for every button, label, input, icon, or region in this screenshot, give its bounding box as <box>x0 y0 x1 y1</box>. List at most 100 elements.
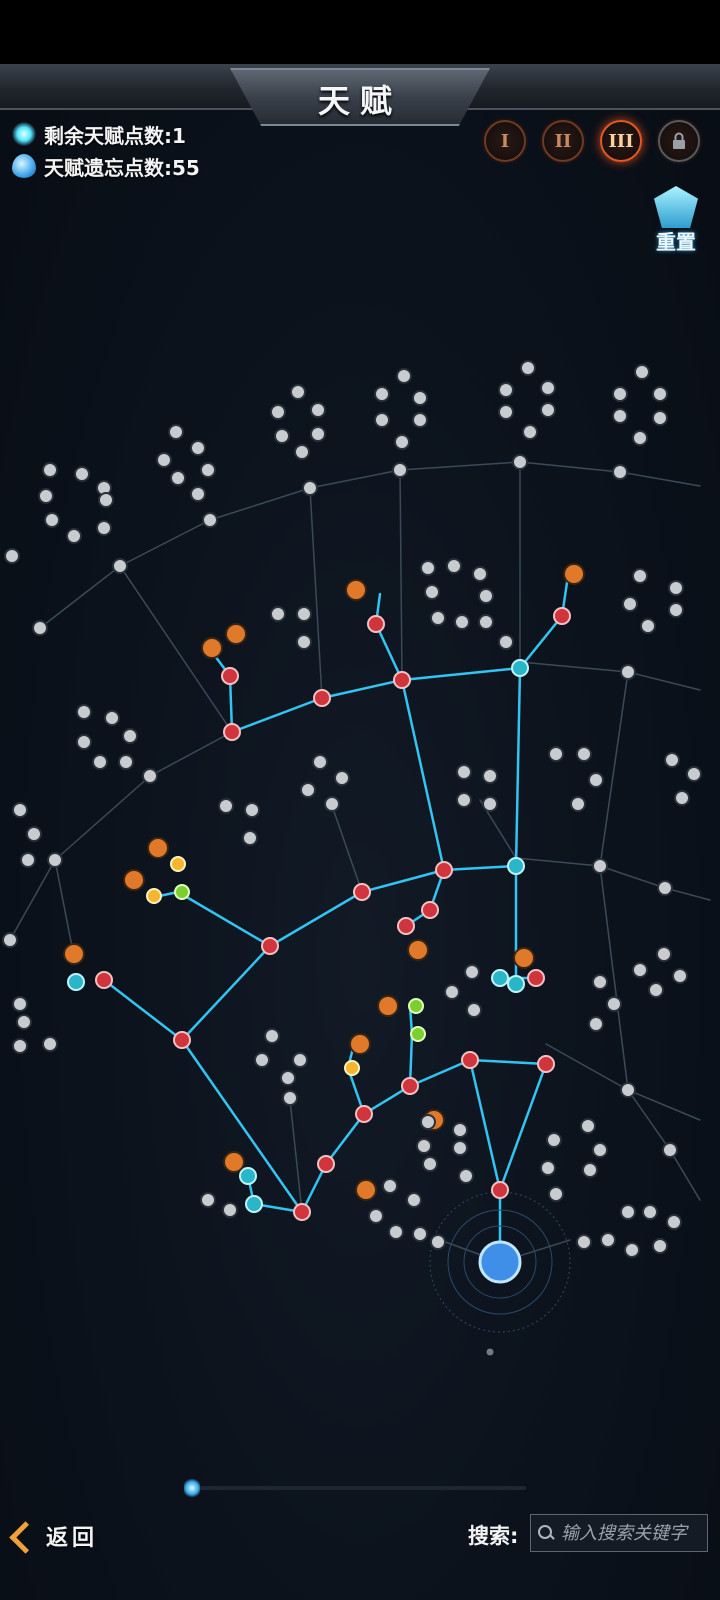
talent-node-locked[interactable] <box>548 746 564 762</box>
talent-node-special[interactable] <box>377 995 399 1017</box>
talent-node-locked[interactable] <box>662 1142 678 1158</box>
talent-node-locked[interactable] <box>12 996 28 1012</box>
talent-node-locked[interactable] <box>624 1242 640 1258</box>
talent-node-locked[interactable] <box>406 1192 422 1208</box>
talent-node-locked[interactable] <box>104 710 120 726</box>
talent-node-active[interactable] <box>353 883 371 901</box>
talent-node-locked[interactable] <box>200 462 216 478</box>
talent-node-active[interactable] <box>491 1181 509 1199</box>
talent-node-active[interactable] <box>173 1031 191 1049</box>
talent-node-locked[interactable] <box>38 488 54 504</box>
talent-node-locked[interactable] <box>394 434 410 450</box>
talent-node-locked[interactable] <box>424 584 440 600</box>
talent-node-active[interactable] <box>527 969 545 987</box>
talent-node-locked[interactable] <box>657 880 673 896</box>
talent-node-locked[interactable] <box>254 1052 270 1068</box>
talent-node-locked[interactable] <box>270 404 286 420</box>
talent-node-locked[interactable] <box>296 606 312 622</box>
talent-node-locked[interactable] <box>640 618 656 634</box>
talent-node-cyan[interactable] <box>491 969 509 987</box>
talent-node-locked[interactable] <box>642 1204 658 1220</box>
talent-node-locked[interactable] <box>170 470 186 486</box>
talent-node-locked[interactable] <box>546 1132 562 1148</box>
talent-node-active[interactable] <box>537 1055 555 1073</box>
talent-node-locked[interactable] <box>588 772 604 788</box>
talent-node-special[interactable] <box>223 1151 245 1173</box>
talent-node-locked[interactable] <box>540 402 556 418</box>
talent-node-special[interactable] <box>563 563 585 585</box>
talent-node-locked[interactable] <box>420 560 436 576</box>
talent-node-active[interactable] <box>317 1155 335 1173</box>
talent-node-locked[interactable] <box>32 620 48 636</box>
talent-node-special[interactable] <box>225 623 247 645</box>
talent-node-locked[interactable] <box>466 1002 482 1018</box>
talent-node-cyan[interactable] <box>511 659 529 677</box>
talent-node-locked[interactable] <box>512 454 528 470</box>
talent-node-locked[interactable] <box>482 768 498 784</box>
talent-node-locked[interactable] <box>456 792 472 808</box>
tier-tab-3[interactable]: III <box>600 120 642 162</box>
talent-node-locked[interactable] <box>634 364 650 380</box>
talent-node-locked[interactable] <box>458 1168 474 1184</box>
talent-node-locked[interactable] <box>296 634 312 650</box>
talent-node-active[interactable] <box>221 667 239 685</box>
talent-node-locked[interactable] <box>374 412 390 428</box>
tier-tab-1[interactable]: I <box>484 120 526 162</box>
talent-node-locked[interactable] <box>47 852 63 868</box>
talent-node-locked[interactable] <box>672 968 688 984</box>
talent-node-gold[interactable] <box>146 888 162 904</box>
talent-node-locked[interactable] <box>142 768 158 784</box>
talent-node-locked[interactable] <box>16 1014 32 1030</box>
talent-node-locked[interactable] <box>302 480 318 496</box>
talent-node-locked[interactable] <box>580 1118 596 1134</box>
talent-node-special[interactable] <box>355 1179 377 1201</box>
talent-node-locked[interactable] <box>652 410 668 426</box>
talent-node-locked[interactable] <box>620 1204 636 1220</box>
talent-node-locked[interactable] <box>576 746 592 762</box>
talent-node-locked[interactable] <box>42 462 58 478</box>
talent-node-active[interactable] <box>461 1051 479 1069</box>
talent-node-locked[interactable] <box>118 754 134 770</box>
talent-node-locked[interactable] <box>422 1156 438 1172</box>
talent-node-special[interactable] <box>63 943 85 965</box>
talent-node-locked[interactable] <box>412 390 428 406</box>
talent-node-locked[interactable] <box>612 386 628 402</box>
talent-node-locked[interactable] <box>190 486 206 502</box>
talent-node-locked[interactable] <box>446 558 462 574</box>
talent-node-locked[interactable] <box>310 402 326 418</box>
talent-node-active[interactable] <box>223 723 241 741</box>
talent-node-locked[interactable] <box>368 1208 384 1224</box>
talent-node-active[interactable] <box>367 615 385 633</box>
talent-node-locked[interactable] <box>498 404 514 420</box>
talent-node-active[interactable] <box>261 937 279 955</box>
talent-node-locked[interactable] <box>374 386 390 402</box>
talent-node-locked[interactable] <box>396 368 412 384</box>
talent-node-locked[interactable] <box>74 466 90 482</box>
talent-node-locked[interactable] <box>218 798 234 814</box>
talent-node-special[interactable] <box>201 637 223 659</box>
talent-node-locked[interactable] <box>274 428 290 444</box>
talent-node-locked[interactable] <box>2 932 18 948</box>
talent-node-locked[interactable] <box>540 1160 556 1176</box>
talent-node-locked[interactable] <box>168 424 184 440</box>
talent-node-special[interactable] <box>345 579 367 601</box>
talent-node-special[interactable] <box>147 837 169 859</box>
talent-node-locked[interactable] <box>456 764 472 780</box>
tier-tab-2[interactable]: II <box>542 120 584 162</box>
talent-node-locked[interactable] <box>26 826 42 842</box>
talent-node-locked[interactable] <box>648 982 664 998</box>
talent-node-locked[interactable] <box>270 606 286 622</box>
talent-node-locked[interactable] <box>200 1192 216 1208</box>
talent-node-cyan[interactable] <box>507 975 525 993</box>
talent-node-locked[interactable] <box>498 634 514 650</box>
talent-node-locked[interactable] <box>686 766 702 782</box>
talent-node-locked[interactable] <box>622 596 638 612</box>
talent-node-active[interactable] <box>95 971 113 989</box>
talent-node-locked[interactable] <box>122 728 138 744</box>
talent-node-locked[interactable] <box>668 580 684 596</box>
talent-node-active[interactable] <box>293 1203 311 1221</box>
talent-node-locked[interactable] <box>312 754 328 770</box>
talent-node-active[interactable] <box>313 689 331 707</box>
talent-node-green[interactable] <box>174 884 190 900</box>
talent-node-locked[interactable] <box>112 558 128 574</box>
